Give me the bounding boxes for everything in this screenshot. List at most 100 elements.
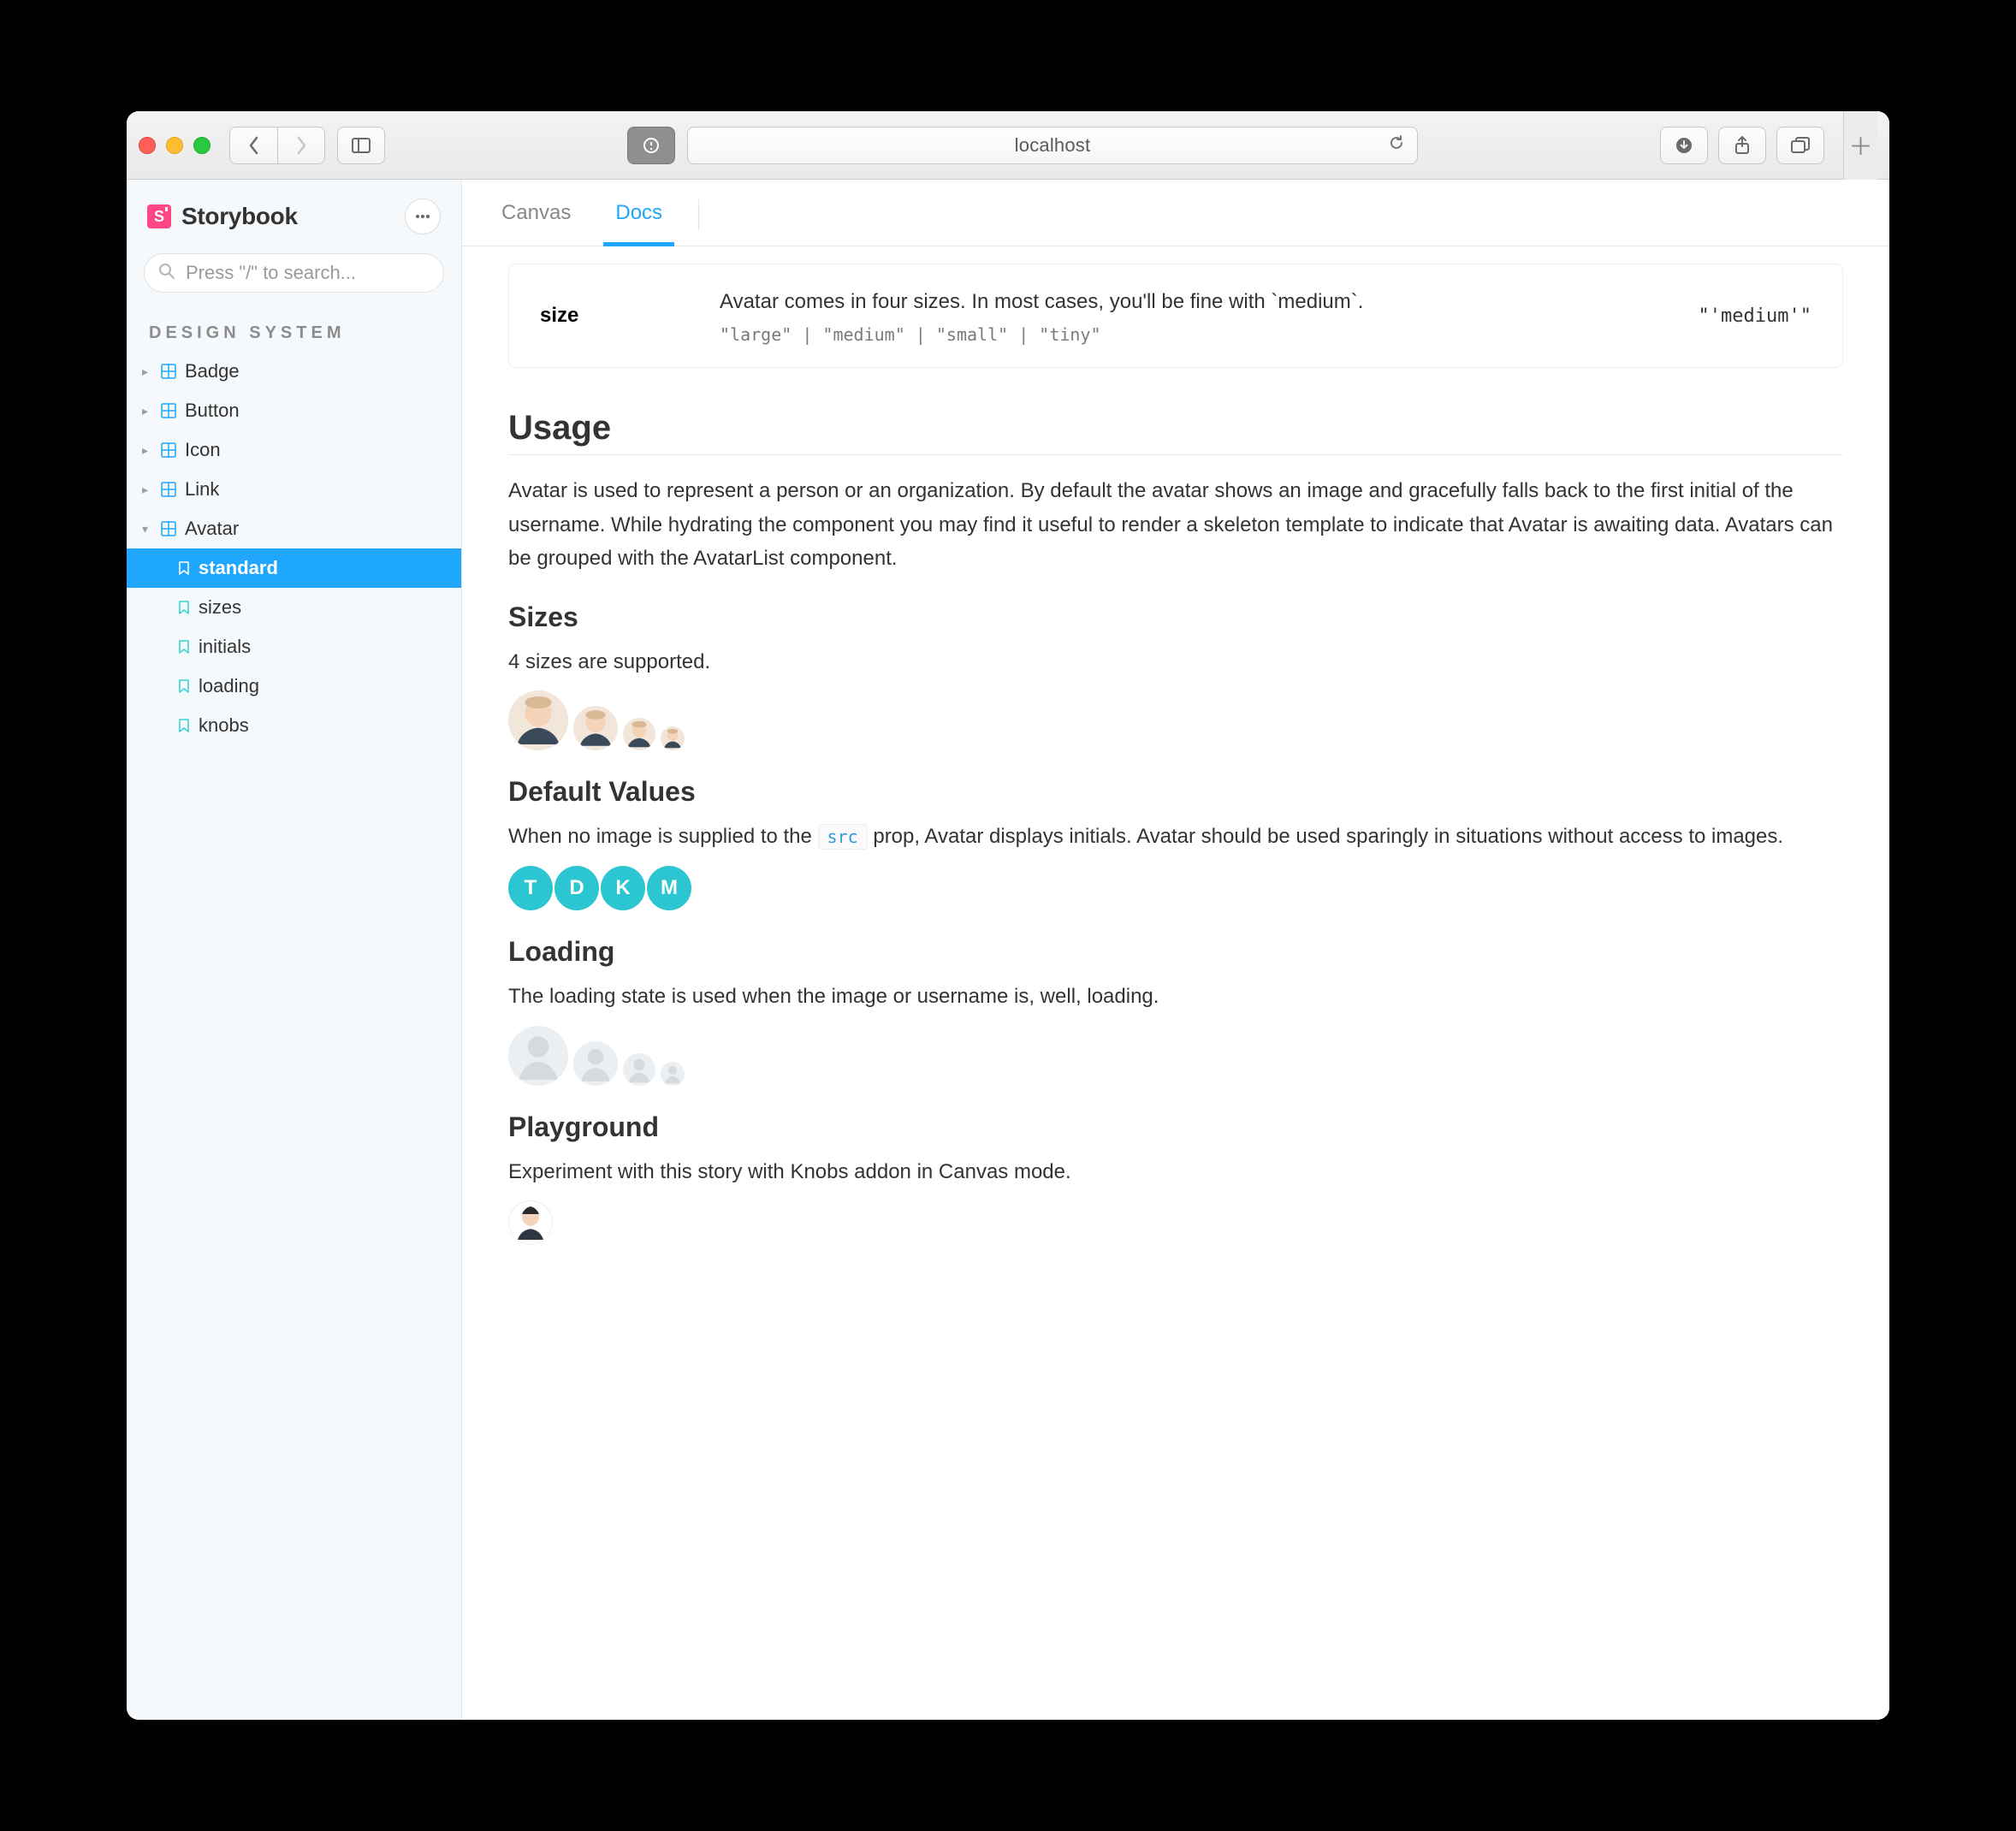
avatar-initial: T <box>508 866 553 910</box>
chevron-down-icon: ▾ <box>142 522 152 536</box>
story-item-label: knobs <box>199 714 249 737</box>
story-item-label: standard <box>199 557 278 579</box>
loading-demo <box>508 1026 1843 1086</box>
story-item-sizes[interactable]: sizes <box>127 588 461 627</box>
avatar-tiny <box>661 726 685 750</box>
storybook-logo-mark: S <box>147 204 171 228</box>
story-item-label: initials <box>199 636 251 658</box>
close-window-button[interactable] <box>139 137 156 154</box>
sidebar-item-icon[interactable]: ▸ Icon <box>127 430 461 470</box>
tabs-button[interactable] <box>1776 127 1824 164</box>
search-input[interactable] <box>186 262 430 284</box>
avatar-large <box>508 690 568 750</box>
forward-button[interactable] <box>277 127 325 164</box>
story-item-initials[interactable]: initials <box>127 627 461 667</box>
avatar-initial: D <box>554 866 599 910</box>
share-button[interactable] <box>1718 127 1766 164</box>
chevron-right-icon: ▸ <box>142 483 152 497</box>
story-icon <box>178 561 190 575</box>
sidebar-toggle-button[interactable] <box>337 127 385 164</box>
zoom-window-button[interactable] <box>193 137 210 154</box>
usage-paragraph: Avatar is used to represent a person or … <box>508 474 1843 576</box>
component-icon <box>161 521 176 536</box>
prop-row-size: size Avatar comes in four sizes. In most… <box>509 264 1842 367</box>
browser-toolbar: localhost ＋ <box>127 111 1889 180</box>
playground-heading: Playground <box>508 1111 1843 1143</box>
story-item-loading[interactable]: loading <box>127 667 461 706</box>
avatar-playground <box>508 1200 553 1245</box>
initials-demo: TDKM <box>508 866 1843 910</box>
sidebar-item-label: Badge <box>185 360 240 382</box>
props-table: size Avatar comes in four sizes. In most… <box>508 264 1843 368</box>
avatar-loading-small <box>623 1053 655 1086</box>
sidebar-tree: ▸ Badge ▸ Button ▸ Icon ▸ Link ▾ Avatar standard si… <box>127 352 461 745</box>
sidebar-item-label: Icon <box>185 439 221 461</box>
prop-default: "'medium'" <box>1640 305 1811 327</box>
playground-demo <box>508 1200 1843 1245</box>
sizes-paragraph: 4 sizes are supported. <box>508 645 1843 679</box>
sidebar-item-label: Button <box>185 400 240 422</box>
back-button[interactable] <box>229 127 277 164</box>
story-icon <box>178 601 190 614</box>
avatar-loading-medium <box>573 1041 618 1086</box>
story-icon <box>178 679 190 693</box>
default-values-text-post: prop, Avatar displays initials. Avatar s… <box>873 825 1783 848</box>
usage-heading: Usage <box>508 409 1843 455</box>
storybook-logo-text: Storybook <box>181 203 298 230</box>
avatar-small <box>623 718 655 750</box>
avatar-loading-tiny <box>661 1062 685 1086</box>
story-icon <box>178 719 190 732</box>
sidebar-item-avatar[interactable]: ▾ Avatar <box>127 509 461 548</box>
default-values-text-pre: When no image is supplied to the <box>508 825 818 848</box>
sidebar-item-label: Avatar <box>185 518 239 540</box>
tab-canvas[interactable]: Canvas <box>496 201 576 246</box>
new-tab-button[interactable]: ＋ <box>1843 111 1877 180</box>
prop-description: Avatar comes in four sizes. In most case… <box>720 287 1615 317</box>
component-icon <box>161 364 176 379</box>
downloads-button[interactable] <box>1660 127 1708 164</box>
window-controls <box>139 137 210 154</box>
avatar-initial: K <box>601 866 645 910</box>
storybook-logo[interactable]: S Storybook <box>147 203 298 230</box>
src-prop-code: src <box>818 824 868 850</box>
tab-docs[interactable]: Docs <box>610 201 667 246</box>
storybook-sidebar: S Storybook DESIGN SYSTEM ▸Badge▸Button▸… <box>127 180 462 1720</box>
default-values-paragraph: When no image is supplied to the src pro… <box>508 820 1843 854</box>
nav-buttons <box>229 127 325 164</box>
story-icon <box>178 640 190 654</box>
avatar-loading-large <box>508 1026 568 1086</box>
sidebar-menu-button[interactable] <box>405 199 441 234</box>
story-item-label: loading <box>199 675 259 697</box>
address-bar-text: localhost <box>1015 134 1091 157</box>
avatar-medium <box>573 706 618 750</box>
story-item-knobs[interactable]: knobs <box>127 706 461 745</box>
default-values-heading: Default Values <box>508 776 1843 808</box>
reload-icon[interactable] <box>1388 134 1405 157</box>
sidebar-section-title: DESIGN SYSTEM <box>149 323 442 343</box>
sizes-demo <box>508 690 1843 750</box>
sizes-heading: Sizes <box>508 601 1843 633</box>
loading-heading: Loading <box>508 936 1843 968</box>
reader-button[interactable] <box>627 127 675 164</box>
loading-paragraph: The loading state is used when the image… <box>508 980 1843 1014</box>
chevron-right-icon: ▸ <box>142 364 152 379</box>
sidebar-item-label: Link <box>185 478 219 501</box>
docs-body: size Avatar comes in four sizes. In most… <box>462 246 1889 1720</box>
minimize-window-button[interactable] <box>166 137 183 154</box>
prop-name: size <box>540 304 694 328</box>
component-icon <box>161 482 176 497</box>
search-icon <box>158 263 175 284</box>
chevron-right-icon: ▸ <box>142 443 152 458</box>
component-icon <box>161 403 176 418</box>
content-panel: Canvas Docs size Avatar comes in four si… <box>462 180 1889 1720</box>
prop-type: "large" | "medium" | "small" | "tiny" <box>720 324 1615 345</box>
sidebar-item-button[interactable]: ▸ Button <box>127 391 461 430</box>
sidebar-item-link[interactable]: ▸ Link <box>127 470 461 509</box>
search-field[interactable] <box>144 253 444 293</box>
playground-paragraph: Experiment with this story with Knobs ad… <box>508 1155 1843 1189</box>
address-bar[interactable]: localhost <box>687 127 1417 164</box>
chevron-right-icon: ▸ <box>142 404 152 418</box>
sidebar-item-badge[interactable]: ▸ Badge <box>127 352 461 391</box>
safari-window: localhost ＋ <box>127 111 1889 1720</box>
story-item-standard[interactable]: standard <box>127 548 461 588</box>
